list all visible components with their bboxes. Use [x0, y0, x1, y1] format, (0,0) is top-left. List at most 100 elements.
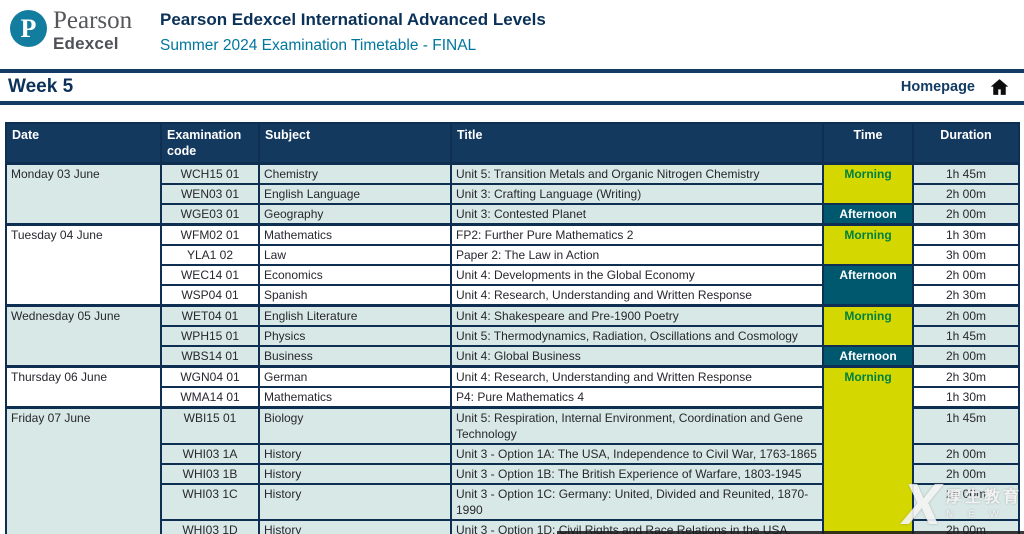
subject-cell: History	[259, 484, 451, 520]
time-cell-afternoon: Afternoon	[823, 346, 913, 367]
subject-cell: German	[259, 367, 451, 388]
subject-cell: Spanish	[259, 285, 451, 306]
duration-cell: 2h 00m	[913, 484, 1019, 520]
exam-row: Wednesday 05 JuneWET04 01English Literat…	[6, 306, 1019, 327]
exam-code-cell: WSP04 01	[161, 285, 259, 306]
exam-code-cell: WHI03 1A	[161, 444, 259, 464]
subject-cell: Chemistry	[259, 164, 451, 185]
duration-cell: 2h 00m	[913, 204, 1019, 225]
exam-row: Monday 03 JuneWCH15 01ChemistryUnit 5: T…	[6, 164, 1019, 185]
subject-cell: Law	[259, 245, 451, 265]
homepage-link[interactable]: Homepage	[901, 77, 1010, 97]
homepage-label[interactable]: Homepage	[901, 79, 975, 95]
subject-cell: History	[259, 464, 451, 484]
table-header-row: Date Examination code Subject Title Time…	[6, 123, 1019, 164]
subject-cell: History	[259, 444, 451, 464]
subject-cell: Mathematics	[259, 387, 451, 408]
title-cell: FP2: Further Pure Mathematics 2	[451, 225, 823, 246]
exam-code-cell: WFM02 01	[161, 225, 259, 246]
duration-cell: 1h 45m	[913, 408, 1019, 445]
document-title: Pearson Edexcel International Advanced L…	[160, 10, 546, 30]
exam-code-cell: WGE03 01	[161, 204, 259, 225]
title-cell: Unit 5: Respiration, Internal Environmen…	[451, 408, 823, 445]
date-cell: Thursday 06 June	[6, 367, 161, 408]
exam-code-cell: WBS14 01	[161, 346, 259, 367]
exam-code-cell: WCH15 01	[161, 164, 259, 185]
exam-row: Tuesday 04 JuneWFM02 01MathematicsFP2: F…	[6, 225, 1019, 246]
duration-cell: 1h 45m	[913, 164, 1019, 185]
logo-text-edexcel: Edexcel	[53, 34, 132, 54]
time-cell-afternoon: Afternoon	[823, 265, 913, 306]
title-cell: Unit 4: Research, Understanding and Writ…	[451, 367, 823, 388]
date-cell: Friday 07 June	[6, 408, 161, 534]
date-cell: Wednesday 05 June	[6, 306, 161, 367]
title-cell: Unit 5: Transition Metals and Organic Ni…	[451, 164, 823, 185]
date-cell: Monday 03 June	[6, 164, 161, 225]
exam-code-cell: WEN03 01	[161, 184, 259, 204]
exam-code-cell: WET04 01	[161, 306, 259, 327]
time-cell-afternoon: Afternoon	[823, 204, 913, 225]
col-header-duration: Duration	[913, 123, 1019, 164]
exam-code-cell: WPH15 01	[161, 326, 259, 346]
duration-cell: 2h 30m	[913, 285, 1019, 306]
time-cell-morning: Morning	[823, 367, 913, 534]
duration-cell: 1h 45m	[913, 326, 1019, 346]
exam-row: Thursday 06 JuneWGN04 01GermanUnit 4: Re…	[6, 367, 1019, 388]
col-header-examination-code: Examination code	[161, 123, 259, 164]
duration-cell: 1h 30m	[913, 225, 1019, 246]
title-cell: P4: Pure Mathematics 4	[451, 387, 823, 408]
duration-cell: 2h 00m	[913, 265, 1019, 285]
col-header-time: Time	[823, 123, 913, 164]
time-cell-morning: Morning	[823, 225, 913, 266]
duration-cell: 1h 30m	[913, 387, 1019, 408]
title-cell: Unit 5: Thermodynamics, Radiation, Oscil…	[451, 326, 823, 346]
exam-code-cell: WMA14 01	[161, 387, 259, 408]
exam-code-cell: YLA1 02	[161, 245, 259, 265]
duration-cell: 3h 00m	[913, 245, 1019, 265]
exam-code-cell: WHI03 1C	[161, 484, 259, 520]
title-cell: Unit 4: Global Business	[451, 346, 823, 367]
divider-top	[0, 69, 1024, 73]
subject-cell: Physics	[259, 326, 451, 346]
col-header-subject: Subject	[259, 123, 451, 164]
title-cell: Unit 3: Contested Planet	[451, 204, 823, 225]
title-cell: Unit 3 - Option 1A: The USA, Independenc…	[451, 444, 823, 464]
home-icon[interactable]	[989, 77, 1010, 97]
title-block: Pearson Edexcel International Advanced L…	[160, 10, 546, 55]
duration-cell: 2h 30m	[913, 367, 1019, 388]
duration-cell: 2h 00m	[913, 184, 1019, 204]
app-header: P Pearson Edexcel	[10, 8, 158, 54]
logo-text-pearson: Pearson	[53, 8, 132, 34]
time-cell-morning: Morning	[823, 164, 913, 205]
pearson-edexcel-logo: P Pearson Edexcel	[10, 8, 158, 54]
exam-timetable: Date Examination code Subject Title Time…	[5, 122, 1020, 534]
time-cell-morning: Morning	[823, 306, 913, 347]
col-header-date: Date	[6, 123, 161, 164]
title-cell: Unit 3: Crafting Language (Writing)	[451, 184, 823, 204]
exam-code-cell: WEC14 01	[161, 265, 259, 285]
subject-cell: Business	[259, 346, 451, 367]
title-cell: Unit 4: Developments in the Global Econo…	[451, 265, 823, 285]
duration-cell: 2h 00m	[913, 306, 1019, 327]
exam-code-cell: WBI15 01	[161, 408, 259, 445]
date-cell: Tuesday 04 June	[6, 225, 161, 306]
duration-cell: 2h 00m	[913, 444, 1019, 464]
subject-cell: English Literature	[259, 306, 451, 327]
duration-cell: 2h 00m	[913, 464, 1019, 484]
week-bar: Week 5 Homepage	[0, 75, 1024, 99]
subject-cell: Biology	[259, 408, 451, 445]
title-cell: Unit 3 - Option 1B: The British Experien…	[451, 464, 823, 484]
document-subtitle: Summer 2024 Examination Timetable - FINA…	[160, 37, 546, 55]
subject-cell: Economics	[259, 265, 451, 285]
duration-cell: 2h 00m	[913, 346, 1019, 367]
exam-code-cell: WGN04 01	[161, 367, 259, 388]
subject-cell: Mathematics	[259, 225, 451, 246]
subject-cell: History	[259, 520, 451, 534]
timetable-body: Monday 03 JuneWCH15 01ChemistryUnit 5: T…	[6, 164, 1019, 534]
title-cell: Paper 2: The Law in Action	[451, 245, 823, 265]
week-title: Week 5	[8, 76, 73, 98]
col-header-title: Title	[451, 123, 823, 164]
subject-cell: Geography	[259, 204, 451, 225]
exam-code-cell: WHI03 1B	[161, 464, 259, 484]
page: P Pearson Edexcel Pearson Edexcel Intern…	[0, 0, 1024, 534]
